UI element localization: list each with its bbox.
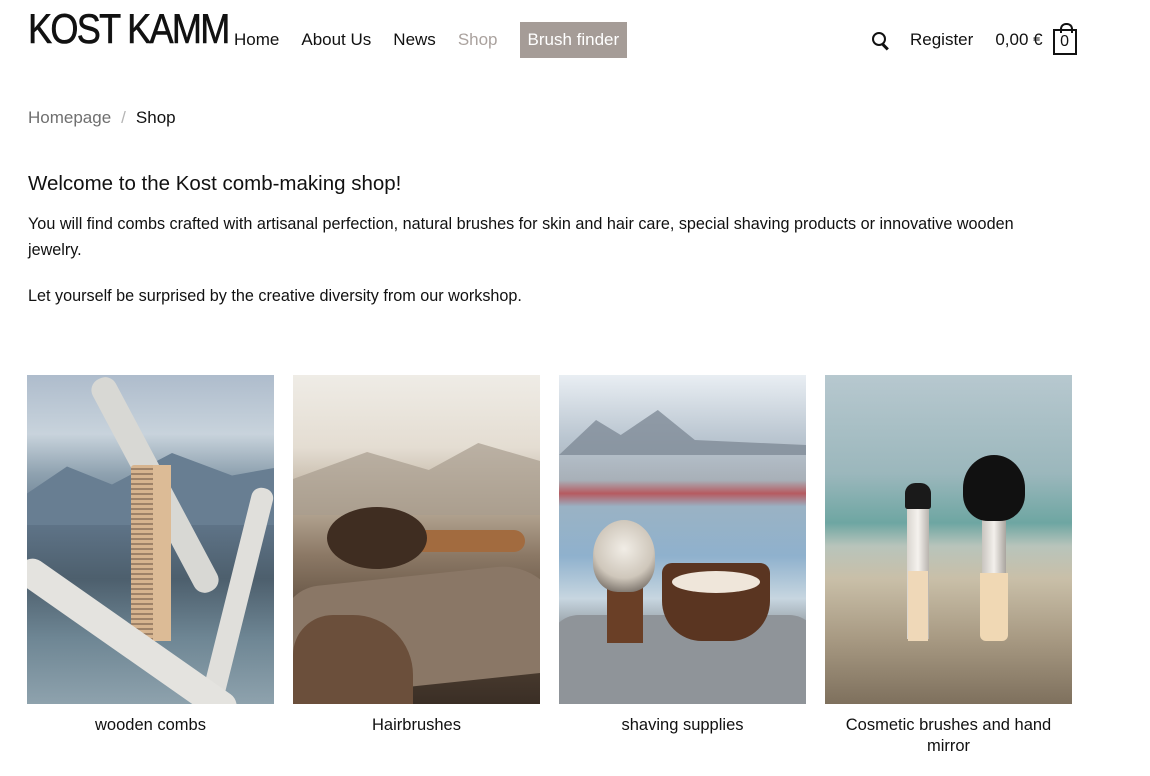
- breadcrumb-current: Shop: [135, 108, 176, 127]
- category-tile-shaving-supplies[interactable]: shaving supplies: [559, 375, 806, 757]
- category-label[interactable]: wooden combs: [27, 715, 274, 736]
- intro-text: You will find combs crafted with artisan…: [28, 215, 1014, 259]
- breadcrumb-separator: /: [121, 108, 126, 127]
- breadcrumb: Homepage / Shop: [28, 108, 176, 128]
- cart-total[interactable]: 0,00 €: [995, 30, 1042, 50]
- brush-finder-button[interactable]: Brush finder: [519, 22, 628, 58]
- category-label[interactable]: Cosmetic brushes and hand mirror: [825, 715, 1072, 757]
- category-image-shaving-supplies[interactable]: [559, 375, 806, 704]
- category-image-hairbrushes[interactable]: [293, 375, 540, 704]
- main-nav: Home About Us News Shop Brush finder: [234, 22, 628, 58]
- category-label[interactable]: shaving supplies: [559, 715, 806, 736]
- category-tile-cosmetic-brushes[interactable]: Cosmetic brushes and hand mirror: [825, 375, 1072, 757]
- category-label[interactable]: Hairbrushes: [293, 715, 540, 736]
- category-grid: wooden combs Hairbrushes shaving supplie…: [27, 375, 1072, 757]
- page-title: Welcome to the Kost comb-making shop!: [28, 172, 402, 195]
- intro-text-2: Let yourself be surprised by the creativ…: [28, 287, 522, 305]
- nav-news[interactable]: News: [393, 30, 436, 50]
- category-tile-wooden-combs[interactable]: wooden combs: [27, 375, 274, 757]
- search-icon[interactable]: [870, 30, 890, 51]
- nav-about-us[interactable]: About Us: [301, 30, 371, 50]
- breadcrumb-home[interactable]: Homepage: [28, 108, 111, 127]
- site-logo[interactable]: KOST KAMM: [28, 7, 231, 50]
- register-link[interactable]: Register: [910, 30, 973, 50]
- cart-count: 0: [1060, 33, 1070, 50]
- cart-bag-icon[interactable]: 0: [1052, 23, 1077, 55]
- nav-shop[interactable]: Shop: [458, 30, 498, 50]
- header-actions: Register 0,00 € 0: [870, 22, 1077, 58]
- category-tile-hairbrushes[interactable]: Hairbrushes: [293, 375, 540, 757]
- category-image-cosmetic-brushes[interactable]: [825, 375, 1072, 704]
- nav-home[interactable]: Home: [234, 30, 279, 50]
- category-image-wooden-combs[interactable]: [27, 375, 274, 704]
